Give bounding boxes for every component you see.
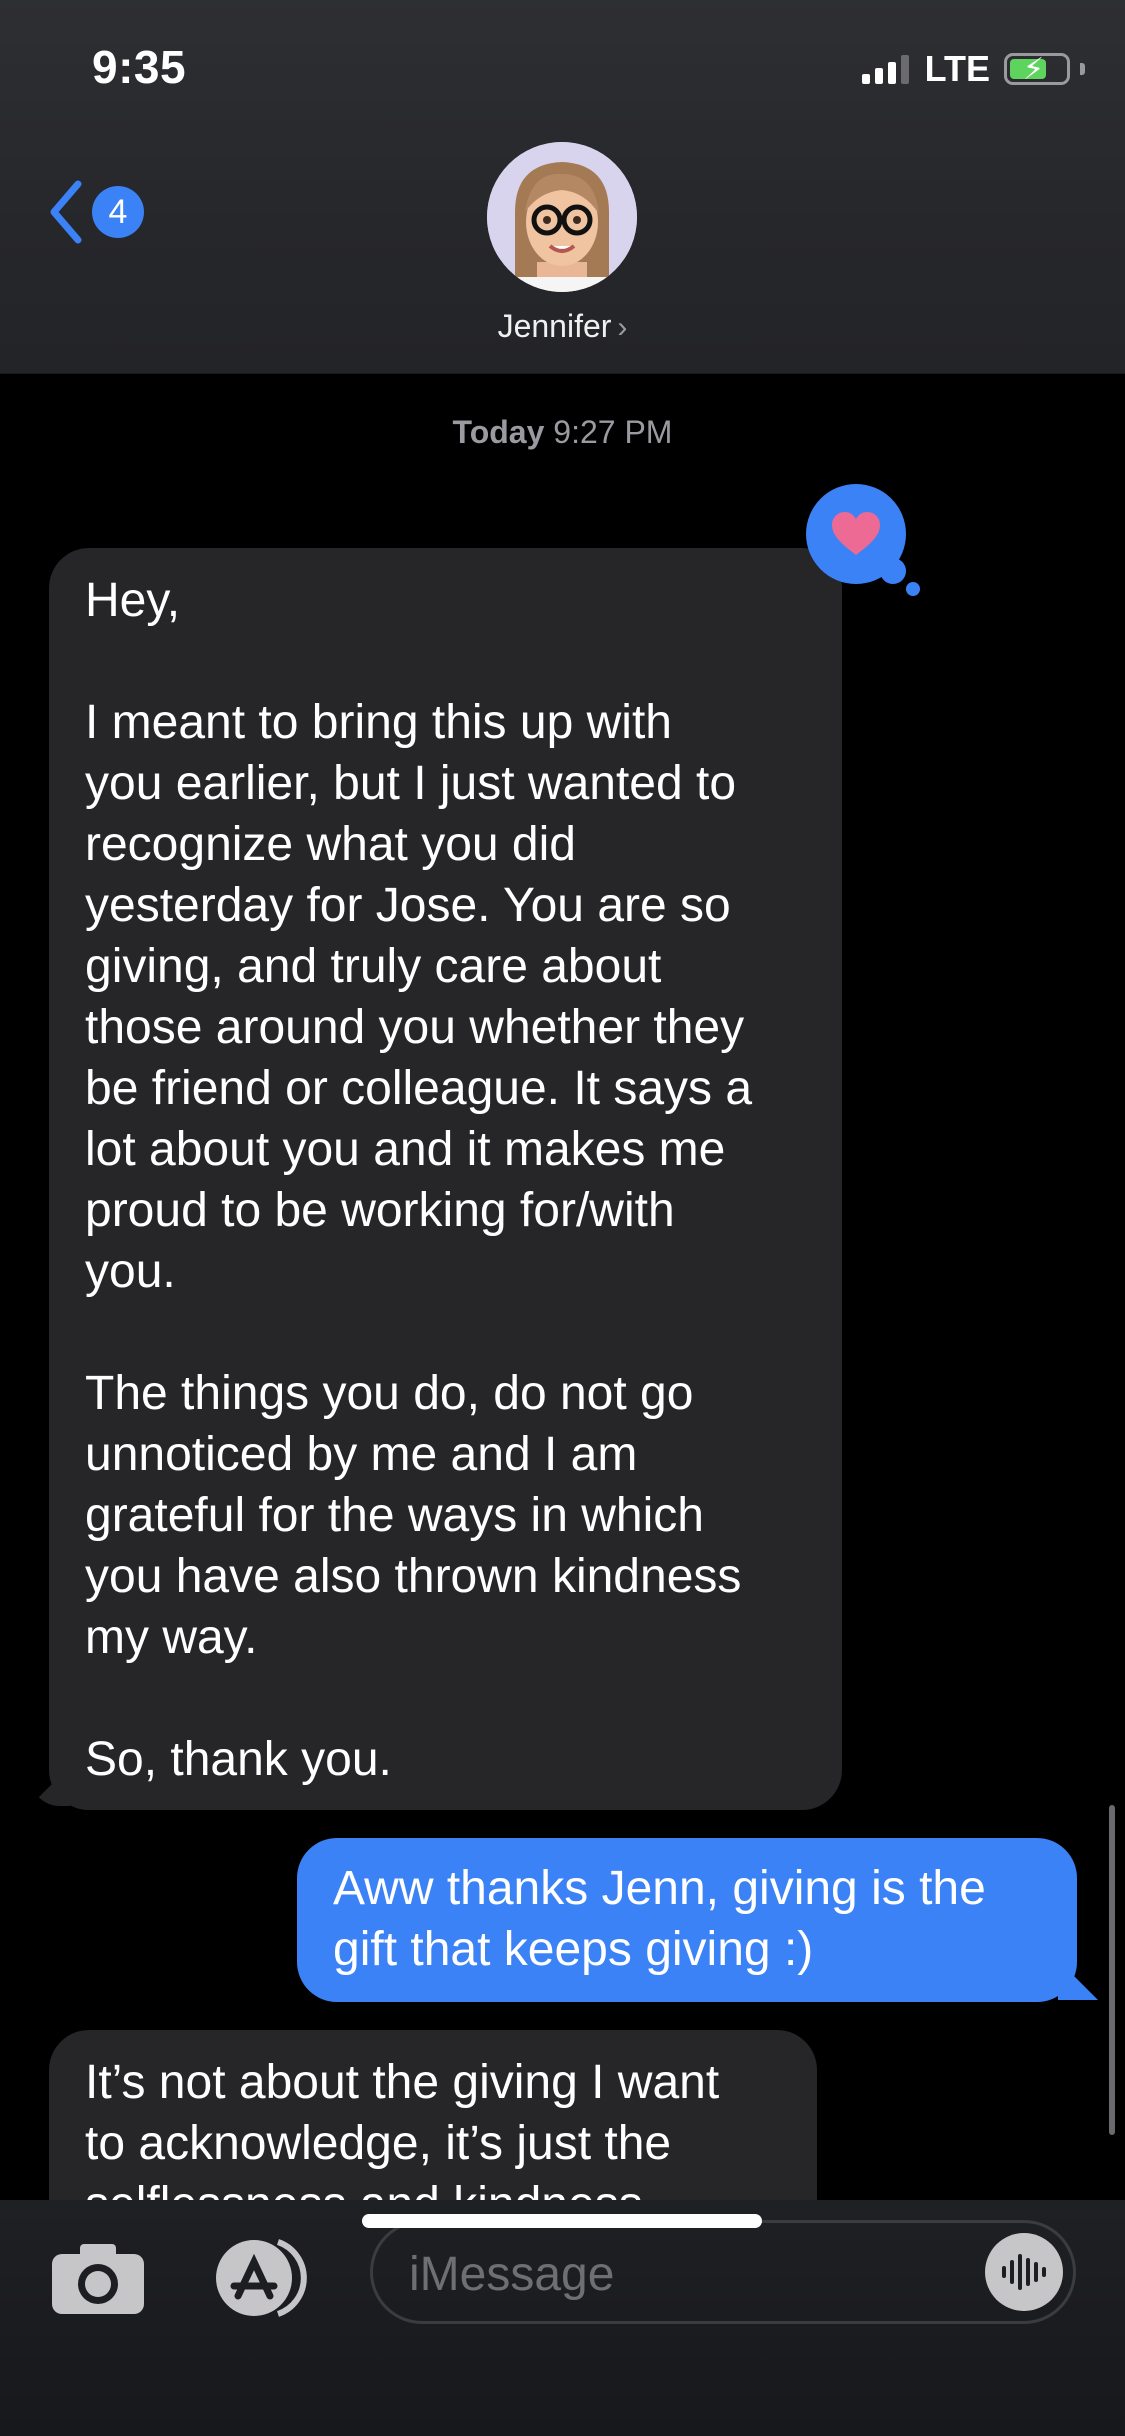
app-store-button[interactable] <box>208 2236 312 2320</box>
outgoing-message-bubble[interactable]: Aww thanks Jenn, giving is the gift that… <box>297 1838 1077 2002</box>
status-indicators: LTE ⚡ <box>861 48 1085 90</box>
scroll-indicator[interactable] <box>1109 1805 1115 2135</box>
conversation-header: 9:35 LTE ⚡ 4 Jennifer › <box>0 0 1125 374</box>
timestamp-time: 9:27 PM <box>553 414 673 450</box>
chevron-left-icon <box>50 180 82 244</box>
imessage-input[interactable]: iMessage <box>370 2220 1076 2324</box>
timestamp-day: Today <box>452 414 545 450</box>
waveform-icon <box>1002 2254 1046 2290</box>
message-timestamp: Today 9:27 PM <box>0 414 1125 451</box>
back-button[interactable]: 4 <box>48 180 144 244</box>
incoming-message-bubble[interactable]: Hey, I meant to bring this up with you e… <box>49 548 842 1810</box>
contact-avatar[interactable] <box>487 142 637 292</box>
heart-icon <box>832 512 880 555</box>
unread-count-badge: 4 <box>92 186 144 238</box>
chevron-right-icon: › <box>617 311 628 344</box>
input-placeholder: iMessage <box>409 2248 615 2301</box>
battery-tip <box>1080 63 1085 75</box>
status-time: 9:35 <box>92 41 187 93</box>
contact-name-button[interactable]: Jennifer › <box>0 308 1125 345</box>
message-text: Aww thanks Jenn, giving is the gift that… <box>333 1862 986 1976</box>
tapback-tail <box>880 558 906 584</box>
home-indicator[interactable] <box>362 2214 762 2228</box>
bubble-tail <box>1058 1960 1098 2000</box>
battery-icon: ⚡ <box>1004 53 1070 86</box>
camera-button[interactable] <box>50 2240 146 2321</box>
message-text: Hey, I meant to bring this up with you e… <box>85 574 753 1786</box>
memoji-avatar-icon <box>487 142 637 292</box>
camera-icon <box>52 2244 144 2314</box>
network-type: LTE <box>924 48 990 89</box>
compose-bar: iMessage <box>0 2200 1125 2436</box>
app-store-icon <box>216 2239 307 2317</box>
audio-message-button[interactable] <box>985 2233 1063 2311</box>
contact-name: Jennifer <box>497 308 612 344</box>
tapback-tail-dot <box>906 582 920 596</box>
cellular-signal-icon <box>861 54 909 84</box>
